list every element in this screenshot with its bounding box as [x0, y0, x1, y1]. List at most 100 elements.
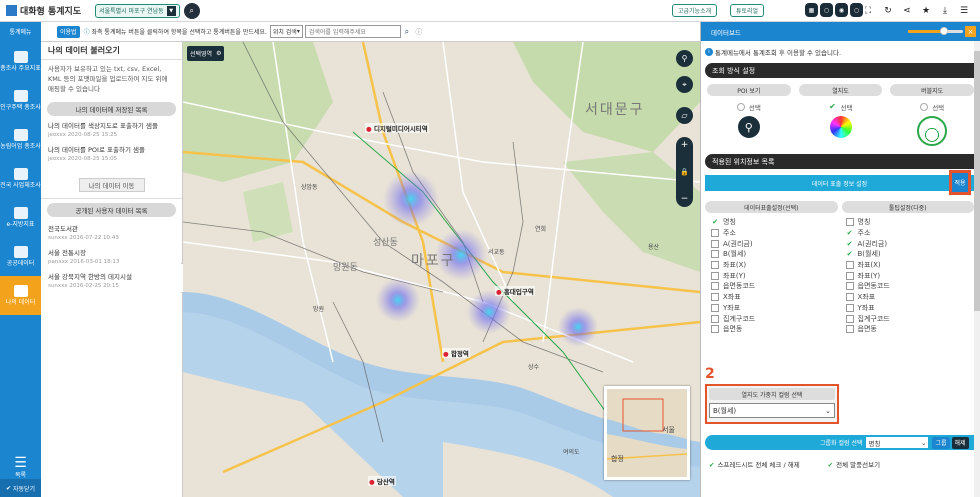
- zoom-in-icon[interactable]: +: [681, 140, 689, 150]
- checkbox-item[interactable]: B(월세): [711, 249, 840, 260]
- nav-census-indicators[interactable]: 총조사 주요지표: [0, 42, 41, 81]
- close-icon[interactable]: ×: [965, 26, 976, 37]
- usage-button[interactable]: 이용법: [57, 25, 80, 38]
- checkbox-item[interactable]: 읍면동: [711, 324, 840, 335]
- nav-my-data[interactable]: 나의 데이터: [0, 276, 41, 315]
- checkbox-item[interactable]: Y좌표: [711, 303, 840, 314]
- nav-population-census[interactable]: 인구주택 총조사: [0, 81, 41, 120]
- area-label: 여의도: [563, 449, 580, 456]
- search-icon[interactable]: ⌕: [401, 25, 413, 38]
- select-area-button[interactable]: 선택영역 ⚙: [187, 46, 225, 61]
- checkbox-item[interactable]: 주소: [711, 228, 840, 239]
- toggle-icon[interactable]: ○: [820, 3, 833, 17]
- release-button[interactable]: 해제: [951, 436, 969, 449]
- nav-list-button[interactable]: ☰ 목록: [0, 456, 41, 479]
- checkbox-item[interactable]: 좌표(X): [845, 260, 975, 271]
- checkbox-item[interactable]: X좌표: [711, 292, 840, 303]
- checkbox-item[interactable]: X좌표: [845, 292, 975, 303]
- checkbox-item[interactable]: A(권리금): [711, 238, 840, 249]
- list-item[interactable]: 전국도서관 sunxxx 2016-07-22 10:43: [48, 225, 175, 242]
- auto-close-toggle[interactable]: ✔ 자동닫기: [0, 479, 41, 497]
- menu-icon[interactable]: ☰: [958, 4, 970, 17]
- checkbox-item[interactable]: 명칭: [845, 217, 975, 228]
- help-icon[interactable]: ⓘ: [413, 25, 425, 38]
- map-canvas[interactable]: 선택영역 ⚙ 서대문구 마포구 망원동 성산동 ● 디지털미디어시티역 ● 홍대입…: [183, 42, 700, 497]
- lock-icon[interactable]: 🔒: [680, 168, 689, 176]
- group-button[interactable]: 그룹: [932, 436, 950, 449]
- nav-agriculture-census[interactable]: 농림어업 총조사: [0, 120, 41, 159]
- radio-option[interactable]: 선택: [707, 102, 791, 112]
- opacity-slider[interactable]: [908, 27, 963, 35]
- checkbox-item[interactable]: 집계구코드: [845, 313, 975, 324]
- location-pin-icon[interactable]: ⚲: [676, 50, 693, 67]
- station-label: ● 홍대입구역: [495, 286, 535, 296]
- checkbox-item[interactable]: 좌표(Y): [711, 270, 840, 281]
- apply-button[interactable]: 적용: [949, 170, 971, 195]
- checkbox-item[interactable]: 집계구코드: [711, 313, 840, 324]
- chevron-down-icon: ▾: [296, 28, 300, 35]
- download-icon[interactable]: ⤓: [939, 4, 951, 17]
- view-type-heatmap[interactable]: 열지도 ✔ 선택: [798, 84, 883, 146]
- bookmark-star-icon[interactable]: ★: [920, 4, 932, 17]
- search-input[interactable]: 검색어를 입력해주세요: [304, 25, 401, 38]
- list-item[interactable]: 서울 전통시장 panxxx 2016-03-01 18:13: [48, 249, 175, 266]
- view-type-poi[interactable]: POI 보기 선택 ⚲: [707, 84, 791, 146]
- refresh-icon[interactable]: ↻: [882, 4, 894, 17]
- list-item[interactable]: 나의 데이터를 색상지도로 표출하기 샘플 jeoxxx 2020-08-25 1…: [48, 122, 175, 139]
- nav-business-survey[interactable]: 전국 사업체조사: [0, 159, 41, 198]
- group-column-select[interactable]: 명칭 ⌄: [866, 437, 929, 448]
- checkbox-label: 좌표(X): [723, 261, 747, 270]
- checkbox-item[interactable]: 읍면동코드: [711, 281, 840, 292]
- slider-knob[interactable]: [940, 27, 948, 35]
- show-all-tooltips[interactable]: ✔ 전체 말풍선보기: [828, 459, 880, 469]
- checkbox-item[interactable]: ✔ 명칭: [711, 217, 840, 228]
- public-data-tab[interactable]: 공개된 사용자 데이터 목록: [47, 203, 176, 217]
- advanced-features-button[interactable]: 고급기능소개: [672, 4, 718, 17]
- location-search-select[interactable]: 위치 검색 ▾: [269, 25, 303, 38]
- scrollbar[interactable]: [974, 41, 980, 497]
- zoom-out-icon[interactable]: −: [681, 194, 689, 204]
- area-label: 망원: [313, 306, 325, 313]
- spreadsheet-toggle-all[interactable]: ✔ 스프레드시트 전체 체크 / 해제: [709, 459, 800, 469]
- view-type-label: 열지도: [798, 84, 883, 96]
- view-type-bubble[interactable]: 버블지도 선택: [890, 84, 975, 146]
- list-item[interactable]: 서울 강북지역 한방의 데지시설 sunxxx 2016-02-25 20:15: [48, 273, 175, 290]
- nav-public-data[interactable]: 공공데이터: [0, 237, 41, 276]
- grid-view-icon[interactable]: ▦: [805, 3, 818, 17]
- check-icon: ✔: [827, 461, 834, 469]
- move-my-data-button[interactable]: 나의 데이터 이동: [78, 178, 145, 192]
- region-select[interactable]: 서울특별시 마포구 연남동 ▼: [95, 3, 180, 18]
- nav-local-indicators[interactable]: e-지방지표: [0, 198, 41, 237]
- radio-label: 선택: [840, 104, 853, 112]
- radio-option[interactable]: ✔ 선택: [799, 102, 883, 112]
- checkbox-item[interactable]: ✔ B(월세): [846, 249, 975, 260]
- nav-label: e-지방지표: [6, 221, 35, 228]
- app-logo[interactable]: 대화형 통계지도: [6, 4, 81, 17]
- user-data-icon: [13, 285, 28, 297]
- checkbox-item[interactable]: Y좌표: [845, 303, 975, 314]
- heat-weight-select[interactable]: B(월세) ⌄: [709, 403, 835, 418]
- fullscreen-icon[interactable]: ⛶: [862, 4, 874, 17]
- share-icon[interactable]: ⋖: [901, 4, 913, 17]
- search-icon[interactable]: ⌕: [183, 2, 200, 19]
- checkbox-item[interactable]: 좌표(Y): [845, 270, 975, 281]
- chevron-down-icon: ⌄: [921, 438, 927, 447]
- checkbox-item[interactable]: 읍면동코드: [845, 281, 975, 292]
- checkbox-item[interactable]: 좌표(X): [711, 260, 840, 271]
- checkbox-item[interactable]: ✔ A(권리금): [846, 238, 975, 249]
- scrollbar-thumb[interactable]: [974, 51, 980, 311]
- layers-icon[interactable]: ▱: [676, 107, 693, 124]
- checkbox-item[interactable]: ✔ 주소: [846, 228, 975, 239]
- target-icon[interactable]: ⌖: [676, 76, 693, 93]
- area-label: 용산: [648, 244, 660, 251]
- building-icon: [13, 168, 28, 180]
- list-item[interactable]: 나의 데이터를 POI로 표출하기 샘플 jeoxxx 2020-08-25 15…: [48, 146, 175, 163]
- stat-menu-title[interactable]: 통계메뉴: [0, 21, 41, 42]
- zoom-control: + 🔒 −: [676, 137, 693, 207]
- radio-option[interactable]: 선택: [890, 102, 974, 112]
- settings-icon[interactable]: ◉: [835, 3, 848, 17]
- tutorial-button[interactable]: 튜토리얼: [730, 4, 765, 17]
- minimap[interactable]: 서울 합정: [604, 386, 690, 480]
- checkbox-item[interactable]: 읍면동: [845, 324, 975, 335]
- saved-data-tab[interactable]: 나의 데이터에 저장된 목록: [47, 102, 176, 116]
